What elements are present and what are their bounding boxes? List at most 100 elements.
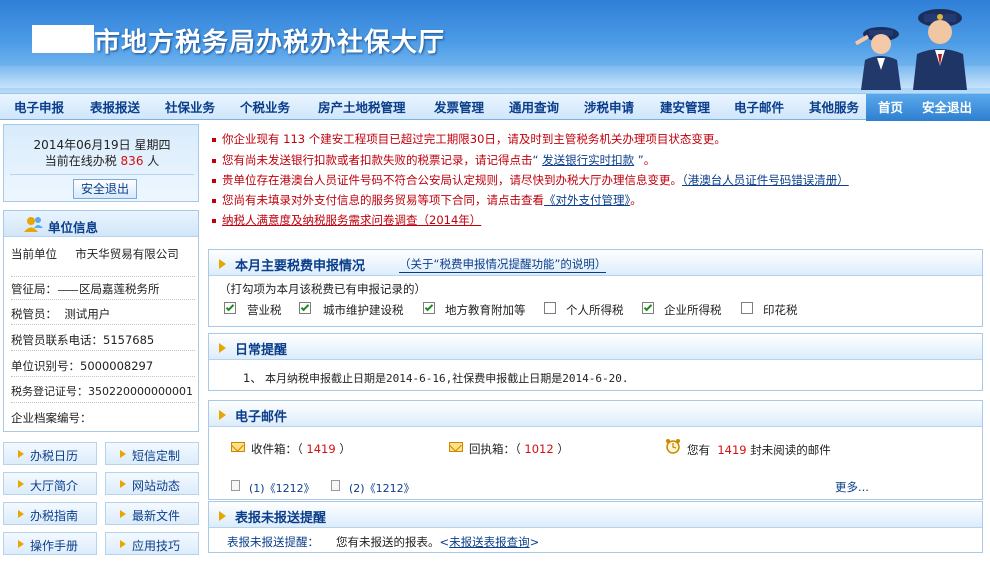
unsubmitted-reports-panel: 表报未报送提醒 表报未报送提醒： 您有未报送的报表。<未报送表报查询> [208, 501, 983, 553]
unit-row-bureau: 管征局： 区局嘉莲税务所 [11, 282, 195, 300]
unit-row-officer-phone: 税管员联系电话：5157685 [11, 333, 195, 351]
site-title: 市地方税务局办税办社保大厅 [94, 28, 446, 58]
header-banner: 市地方税务局办税办社保大厅 [0, 0, 990, 93]
label-urban-maintenance-tax: 城市维护建设税 [323, 303, 404, 317]
banner-stripe [0, 66, 990, 88]
current-date: 2014年06月19日 星期四 [33, 138, 171, 152]
quick-link-user-manual[interactable]: 操作手册 [3, 532, 97, 555]
nav-item-e-filing[interactable]: 电子申报 [14, 94, 64, 121]
nav-item-personal-tax[interactable]: 个税业务 [240, 94, 290, 121]
nav-item-construction[interactable]: 建安管理 [660, 94, 710, 121]
unread-count: 1419 [717, 443, 747, 457]
triangle-icon [219, 343, 226, 353]
arrow-right-icon [120, 450, 126, 458]
logout-button[interactable]: 安全退出 [73, 179, 137, 199]
checkbox-urban-maintenance-tax[interactable] [299, 302, 311, 314]
email-panel: 电子邮件 收件箱：（ 1419 ） 回执箱：（ 1012 ） 您有 1419 封… [208, 400, 983, 500]
nav-item-report-submit[interactable]: 表报报送 [90, 94, 140, 121]
checkbox-corporate-income-tax[interactable] [642, 302, 654, 314]
nav-item-home[interactable]: 首页 [878, 94, 903, 121]
officer-male-illustration [913, 9, 967, 90]
arrow-right-icon [120, 540, 126, 548]
online-count-line: 当前在线办税 836 人 [44, 154, 160, 168]
quick-link-tax-calendar[interactable]: 办税日历 [3, 442, 97, 465]
nav-item-property-land-tax[interactable]: 房产土地税管理 [318, 94, 406, 121]
nav-item-invoice[interactable]: 发票管理 [434, 94, 484, 121]
unsubmitted-reports-query-link[interactable]: 未报送表报查询 [449, 535, 530, 549]
alarm-clock-icon [666, 439, 680, 454]
arrow-right-icon [120, 480, 126, 488]
inbox-link[interactable]: 收件箱：（ 1419 ） [251, 441, 351, 457]
receipt-box-link[interactable]: 回执箱：（ 1012 ） [469, 441, 569, 457]
label-business-tax: 营业税 [247, 303, 282, 317]
nav-item-general-query[interactable]: 通用查询 [509, 94, 559, 121]
tax-filing-title: 本月主要税费申报情况 [235, 259, 366, 274]
unit-row-tax-id: 单位识别号：5000008297 [11, 359, 195, 377]
survey-link[interactable]: 纳税人满意度及纳税服务需求问卷调查（2014年） [222, 213, 481, 227]
quick-link-hall-intro[interactable]: 大厅简介 [3, 472, 97, 495]
checkbox-personal-income-tax[interactable] [544, 302, 556, 314]
label-personal-income-tax: 个人所得税 [566, 303, 624, 317]
checkbox-education-surcharge[interactable] [423, 302, 435, 314]
nav-item-email[interactable]: 电子邮件 [734, 94, 784, 121]
users-icon [24, 217, 43, 232]
triangle-icon [219, 410, 226, 420]
send-bank-deduction-link[interactable]: 发送银行实时扣款 [542, 153, 634, 167]
foreign-payment-link[interactable]: 《对外支付管理》 [544, 193, 630, 207]
email-title: 电子邮件 [235, 410, 288, 425]
daily-reminder-text: 本月纳税申报截止日期是2014-6-16,社保费申报截止日期是2014-6-20… [265, 372, 629, 385]
tax-filing-help-link[interactable]: （关于“税费申报情况提醒功能”的说明） [399, 256, 607, 273]
nav-right-group: 首页 安全退出 [866, 94, 990, 121]
label-corporate-income-tax: 企业所得税 [664, 303, 722, 317]
check-icon [643, 302, 653, 312]
notice-survey: 纳税人满意度及纳税服务需求问卷调查（2014年） [212, 212, 481, 228]
bullet [212, 158, 216, 163]
checkbox-stamp-tax[interactable] [741, 302, 753, 314]
session-box: 2014年06月19日 星期四 当前在线办税 836 人 安全退出 [3, 124, 199, 202]
notice-hk-macau-tw-ids: 贵单位存在港澳台人员证件号码不符合公安局认定规则，请尽快到办税大厅办理信息变更。… [212, 172, 849, 188]
check-icon [225, 302, 235, 312]
unit-info-title: 单位信息 [48, 220, 99, 235]
triangle-icon [219, 259, 226, 269]
arrow-right-icon [18, 450, 24, 458]
unit-row-archive: 企业档案编号： [11, 411, 92, 425]
quick-link-sms-subscribe[interactable]: 短信定制 [105, 442, 199, 465]
nav-item-logout[interactable]: 安全退出 [922, 94, 972, 121]
tax-filing-hint: （打勾项为本月该税费已有申报记录的） [219, 282, 426, 296]
unit-info-box: 单位信息 当前单位 市天华贸易有限公司 管征局： 区局嘉莲税务所 税管员： 测试用… [3, 210, 199, 432]
unsubmitted-reports-header: 表报未报送提醒 [209, 502, 982, 528]
quick-link-latest-files[interactable]: 最新文件 [105, 502, 199, 525]
mail-doc-1-link[interactable]: (1)《1212》 [249, 480, 315, 496]
daily-reminder-panel: 日常提醒 1、 本月纳税申报截止日期是2014-6-16,社保费申报截止日期是2… [208, 333, 983, 391]
arrow-right-icon [18, 540, 24, 548]
arrow-right-icon [18, 510, 24, 518]
unit-row-company: 当前单位 市天华贸易有限公司 [11, 247, 195, 277]
nav-item-social-security[interactable]: 社保业务 [165, 94, 215, 121]
checkbox-business-tax[interactable] [224, 302, 236, 314]
check-icon [300, 302, 310, 312]
quick-link-tips[interactable]: 应用技巧 [105, 532, 199, 555]
arrow-right-icon [120, 510, 126, 518]
quick-link-site-news[interactable]: 网站动态 [105, 472, 199, 495]
tax-filing-panel: 本月主要税费申报情况 （关于“税费申报情况提醒功能”的说明） （打勾项为本月该税… [208, 249, 983, 327]
email-header: 电子邮件 [209, 401, 982, 427]
nav-item-tax-application[interactable]: 涉税申请 [584, 94, 634, 121]
nav-item-other-services[interactable]: 其他服务 [809, 94, 859, 121]
daily-reminder-title: 日常提醒 [235, 343, 288, 358]
unit-row-officer: 税管员： 测试用户 [11, 307, 195, 325]
unsubmitted-reports-title: 表报未报送提醒 [235, 511, 327, 526]
notice-bank-deduction: 您有尚未发送银行扣款或者扣款失败的税票记录，请记得点击“ 发送银行实时扣款 ”。 [212, 152, 655, 168]
mail-icon [449, 442, 463, 452]
unsubmitted-reports-label: 表报未报送提醒： [227, 535, 319, 549]
online-count: 836 [120, 154, 144, 168]
unit-info-header: 单位信息 [4, 211, 198, 237]
quick-link-tax-guide[interactable]: 办税指南 [3, 502, 97, 525]
id-error-list-link[interactable]: （港澳台人员证件号码错误清册） [682, 173, 849, 187]
bullet [212, 198, 216, 203]
bullet [212, 137, 216, 142]
bullet [212, 178, 216, 183]
check-icon [424, 302, 434, 312]
document-icon [331, 480, 340, 491]
more-mail-link[interactable]: 更多... [835, 479, 869, 495]
mail-doc-2-link[interactable]: (2)《1212》 [349, 480, 415, 496]
